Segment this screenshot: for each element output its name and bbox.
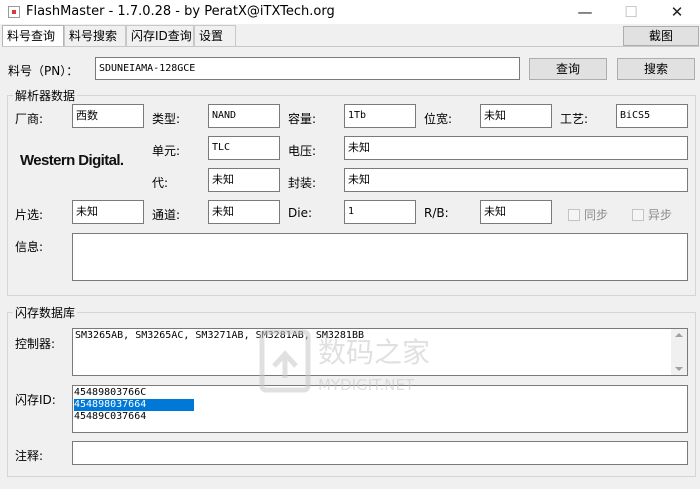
sync-checkbox[interactable]: 同步 — [568, 206, 608, 223]
controller-scrollbar[interactable] — [671, 329, 687, 375]
query-button[interactable]: 查询 — [529, 58, 607, 80]
ce-label: 片选: — [15, 208, 44, 222]
watermark-logo: 数码之家 MYDIGIT.NET — [259, 329, 430, 394]
bus-width-label: 位宽: — [424, 112, 453, 126]
voltage-field[interactable]: 未知 — [344, 136, 688, 160]
maximize-button[interactable]: ☐ — [608, 0, 654, 24]
channel-field[interactable]: 未知 — [208, 200, 280, 224]
async-checkbox-label: 异步 — [648, 208, 673, 222]
info-label: 信息: — [15, 240, 44, 254]
vendor-field[interactable]: 西数 — [72, 104, 144, 128]
voltage-label: 电压: — [288, 144, 317, 158]
scroll-down-arrow-icon[interactable] — [675, 367, 683, 371]
screenshot-button[interactable]: 截图 — [623, 26, 699, 46]
parser-group-title: 解析器数据 — [13, 87, 78, 104]
pn-input[interactable]: SDUNEIAMA-128GCE — [95, 57, 520, 80]
type-label: 类型: — [152, 112, 181, 126]
search-button[interactable]: 搜索 — [617, 58, 695, 80]
package-label: 封装: — [288, 176, 317, 190]
scroll-up-arrow-icon[interactable] — [675, 333, 683, 337]
controller-label: 控制器: — [15, 337, 56, 351]
vendor-label: 厂商: — [15, 112, 44, 126]
package-field[interactable]: 未知 — [344, 168, 688, 192]
western-digital-logo: Western Digital. — [20, 152, 124, 169]
flash-id-label: 闪存ID: — [15, 393, 56, 407]
type-field[interactable]: NAND — [208, 104, 280, 128]
info-textarea[interactable] — [72, 233, 688, 281]
process-label: 工艺: — [560, 112, 589, 126]
process-field[interactable]: BiCS5 — [616, 104, 688, 128]
flash-id-item-selected[interactable]: 454898037664 — [74, 399, 194, 411]
tab-pn-query[interactable]: 料号查询 — [2, 25, 64, 47]
ce-field[interactable]: 未知 — [72, 200, 144, 224]
rb-label: R/B: — [424, 206, 449, 220]
database-group-title: 闪存数据库 — [13, 304, 78, 321]
minimize-button[interactable]: — — [562, 0, 608, 24]
die-field[interactable]: 1 — [344, 200, 416, 224]
note-field[interactable] — [72, 441, 688, 465]
rb-field[interactable]: 未知 — [480, 200, 552, 224]
generation-label: 代: — [152, 176, 169, 190]
generation-field[interactable]: 未知 — [208, 168, 280, 192]
tab-pn-search[interactable]: 料号搜索 — [64, 25, 126, 46]
window-title: FlashMaster - 1.7.0.28 - by PeratX@iTXTe… — [26, 4, 335, 19]
sync-checkbox-box[interactable] — [568, 209, 580, 221]
cell-field[interactable]: TLC — [208, 136, 280, 160]
close-button[interactable]: ✕ — [654, 0, 700, 24]
capacity-field[interactable]: 1Tb — [344, 104, 416, 128]
tab-settings[interactable]: 设置 — [194, 25, 236, 46]
watermark-mark — [272, 350, 298, 378]
sync-checkbox-label: 同步 — [584, 208, 609, 222]
channel-label: 通道: — [152, 208, 181, 222]
pn-label: 料号（PN）： — [8, 64, 79, 78]
die-label: Die: — [288, 206, 312, 220]
note-label: 注释: — [15, 449, 44, 463]
bus-width-field[interactable]: 未知 — [480, 104, 552, 128]
flash-id-item[interactable]: 45489C037664 — [74, 411, 687, 423]
async-checkbox-box[interactable] — [632, 209, 644, 221]
app-icon — [8, 6, 20, 18]
watermark-text-cn: 数码之家 — [318, 336, 430, 369]
tab-flash-id-query[interactable]: 闪存ID查询 — [126, 25, 194, 46]
watermark-text-en: MYDIGIT.NET — [318, 376, 415, 394]
cell-label: 单元: — [152, 144, 181, 158]
capacity-label: 容量: — [288, 112, 317, 126]
async-checkbox[interactable]: 异步 — [632, 206, 672, 223]
